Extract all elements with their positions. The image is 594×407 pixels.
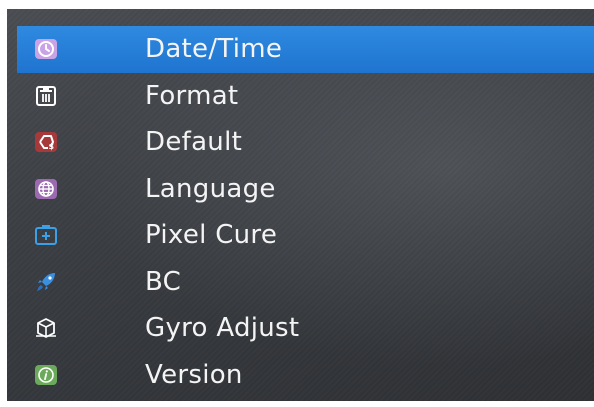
reset-icon: $ xyxy=(35,132,57,153)
menu-item-label: Default xyxy=(145,127,243,158)
menu-item-label: Gyro Adjust xyxy=(145,313,300,344)
svg-text:$: $ xyxy=(49,142,55,151)
menu-item-date-time[interactable]: Date/Time xyxy=(17,26,594,73)
menu-item-version[interactable]: Version xyxy=(17,352,594,399)
menu-item-bc[interactable]: BC xyxy=(17,259,594,306)
menu-item-language[interactable]: Language xyxy=(17,166,594,213)
settings-screen: Date/Time Format $ Default Language Pixe… xyxy=(7,9,594,401)
trash-icon xyxy=(36,85,56,106)
clock-icon xyxy=(35,39,57,60)
menu-item-label: BC xyxy=(145,266,182,297)
menu-item-gyro-adjust[interactable]: Gyro Adjust xyxy=(17,305,594,352)
menu-item-default[interactable]: $ Default xyxy=(17,119,594,166)
menu-item-label: Pixel Cure xyxy=(145,220,278,251)
gyro-cube-icon xyxy=(36,318,56,339)
menu-item-label: Date/Time xyxy=(145,34,283,65)
menu-item-label: Format xyxy=(145,80,239,111)
rocket-icon xyxy=(37,272,55,291)
pixel-cure-icon xyxy=(35,225,57,246)
menu-item-format[interactable]: Format xyxy=(17,73,594,120)
menu-item-label: Language xyxy=(145,173,276,204)
settings-menu: Date/Time Format $ Default Language Pixe… xyxy=(17,26,594,398)
menu-item-label: Version xyxy=(145,359,243,390)
globe-icon xyxy=(35,178,57,199)
info-icon xyxy=(35,364,57,385)
menu-item-pixel-cure[interactable]: Pixel Cure xyxy=(17,212,594,259)
